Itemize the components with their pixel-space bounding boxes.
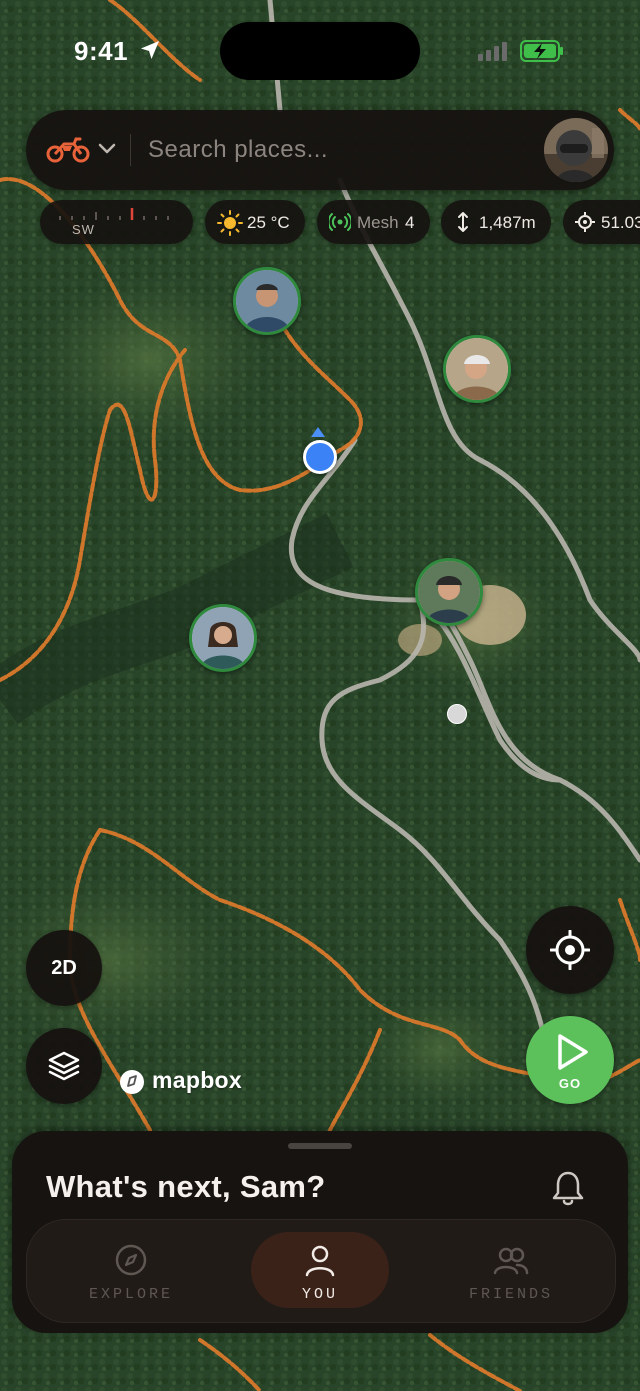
mapbox-attribution[interactable]: mapbox <box>118 1064 268 1098</box>
gps-value: 51.03 <box>601 213 640 232</box>
search-bar <box>26 110 614 190</box>
compass-heading-pill[interactable]: SW <box>40 200 193 244</box>
map-layers-button[interactable] <box>26 1028 102 1104</box>
compass-scale-icon <box>59 208 169 220</box>
sheet-drag-handle[interactable] <box>288 1143 352 1149</box>
view-mode-label: 2D <box>51 957 77 979</box>
temperature-value: 25 °C <box>247 213 290 232</box>
poi-marker[interactable] <box>447 704 467 724</box>
tab-you[interactable]: YOU <box>251 1220 431 1322</box>
motorcycle-icon <box>46 137 90 163</box>
play-icon <box>558 1034 588 1070</box>
friend-photo <box>418 561 480 623</box>
signal-icon <box>478 42 507 61</box>
compass-heading-label: SW <box>72 222 95 237</box>
tab-explore[interactable]: EXPLORE <box>41 1220 221 1322</box>
friend-marker[interactable] <box>415 558 483 626</box>
user-location-dot <box>303 440 337 474</box>
app-root: 9:41 Search places... SW 25 °C Mesh 4 1,… <box>0 0 640 1391</box>
friend-photo <box>236 270 298 332</box>
friend-photo <box>446 338 508 400</box>
heading-indicator <box>311 427 325 437</box>
tab-bar: EXPLORE YOU FRIENDS <box>26 1219 616 1323</box>
gps-coordinates-pill[interactable]: 51.03 <box>563 200 640 244</box>
location-arrow-icon <box>141 41 159 59</box>
tab-friends-label: FRIENDS <box>468 1286 553 1303</box>
tab-explore-label: EXPLORE <box>88 1286 173 1303</box>
go-button[interactable]: GO <box>526 1016 614 1104</box>
locate-crosshair-icon <box>550 930 590 970</box>
altitude-value: 1,487m <box>479 213 536 232</box>
search-divider <box>130 134 131 166</box>
friend-marker[interactable] <box>189 604 257 672</box>
rider-helmet-photo <box>544 118 608 182</box>
go-label: GO <box>558 1076 582 1091</box>
tab-you-label: YOU <box>301 1286 338 1303</box>
compass-icon <box>115 1244 147 1276</box>
bottom-sheet: What's next, Sam? EXPLORE YOU FRIENDS <box>12 1131 628 1333</box>
notifications-bell-icon[interactable] <box>550 1169 586 1207</box>
mesh-count: 4 <box>405 213 415 232</box>
greeting-title: What's next, Sam? <box>46 1169 326 1204</box>
crosshair-icon <box>575 212 595 232</box>
temperature-pill[interactable]: 25 °C <box>205 200 305 244</box>
mapbox-wordmark: mapbox <box>152 1067 242 1093</box>
friend-marker[interactable] <box>233 267 301 335</box>
altitude-pill[interactable]: 1,487m <box>441 200 551 244</box>
tab-friends[interactable]: FRIENDS <box>421 1220 601 1322</box>
altitude-arrows-icon <box>458 212 468 232</box>
recenter-location-button[interactable] <box>526 906 614 994</box>
profile-avatar[interactable] <box>544 118 608 182</box>
status-bar: 9:41 <box>0 0 640 100</box>
dynamic-island <box>220 22 420 80</box>
mapbox-logo-icon <box>120 1070 144 1094</box>
chevron-down-icon <box>98 143 116 154</box>
mesh-signal-icon <box>329 213 351 231</box>
search-input[interactable] <box>148 132 528 168</box>
status-time: 9:41 <box>74 36 129 66</box>
friends-icon <box>493 1247 529 1275</box>
friend-marker[interactable] <box>443 335 511 403</box>
friend-photo <box>192 607 254 669</box>
person-icon <box>305 1245 335 1277</box>
mesh-label: Mesh <box>357 213 399 232</box>
layers-icon <box>48 1051 80 1081</box>
sun-icon <box>217 210 243 236</box>
battery-charging-icon <box>520 40 563 62</box>
travel-mode-selector[interactable] <box>46 130 150 170</box>
mesh-network-pill[interactable]: Mesh 4 <box>317 200 430 244</box>
view-mode-toggle-button[interactable]: 2D <box>26 930 102 1006</box>
